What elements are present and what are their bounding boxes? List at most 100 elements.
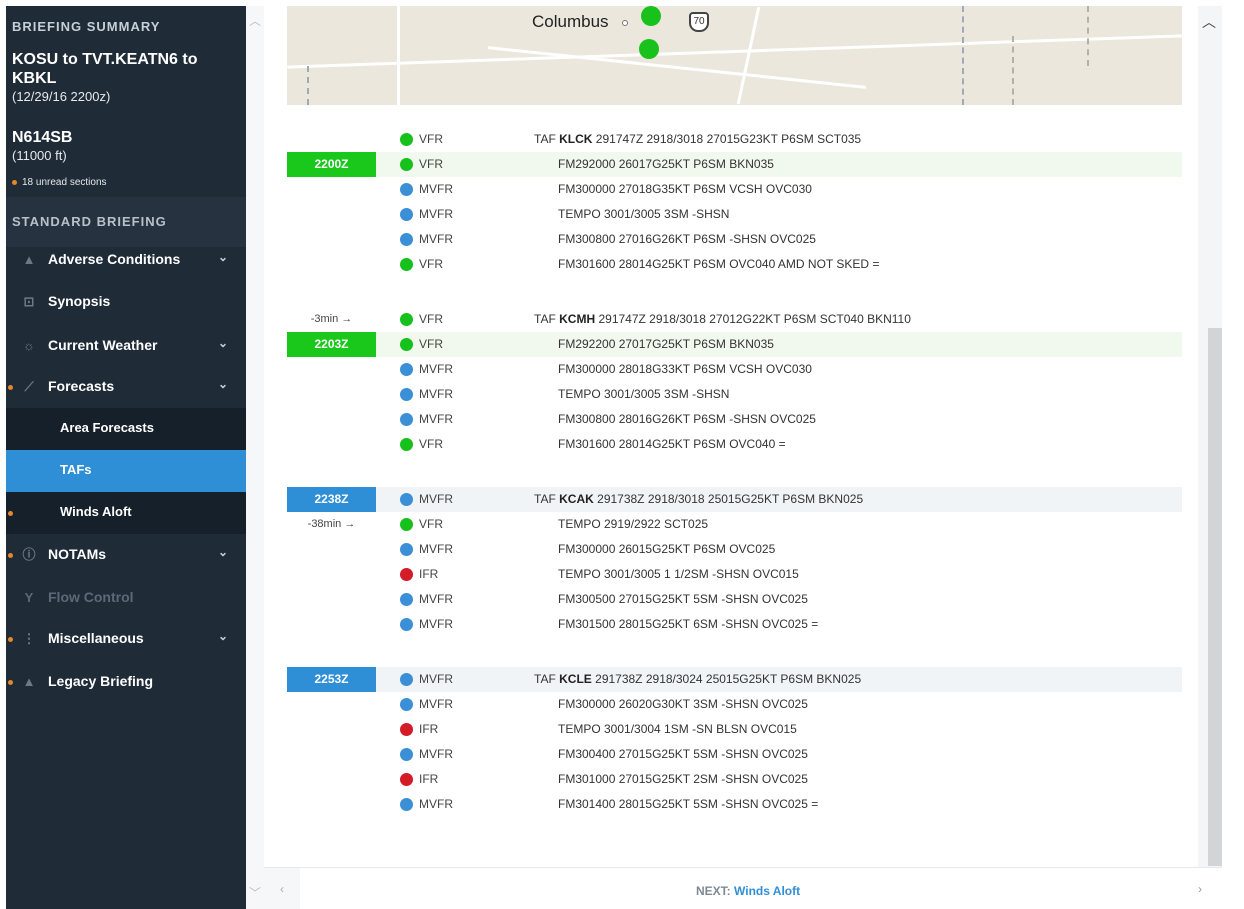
flight-category-dot-icon bbox=[400, 543, 413, 556]
sidebar-item-flow-control[interactable]: Y Flow Control bbox=[6, 577, 246, 619]
taf-line-row: VFR FM301600 28014G25KT P6SM OVC040 AMD … bbox=[287, 252, 1182, 277]
unread-dot-icon bbox=[12, 179, 17, 185]
taf-header-row: 2238Z MVFR TAF KCAK 291738Z 2918/3018 25… bbox=[287, 487, 1182, 512]
taf-line-row: MVFR FM301400 28015G25KT 5SM -SHSN OVC02… bbox=[287, 792, 1182, 817]
flight-category-dot-icon bbox=[400, 208, 413, 221]
route-map[interactable]: Columbus 70 bbox=[287, 6, 1182, 105]
flight-category-dot-icon bbox=[400, 673, 413, 686]
trend-icon: ⟋ bbox=[24, 379, 34, 394]
taf-line-text: FM301400 28015G25KT 5SM -SHSN OVC025 = bbox=[558, 797, 819, 811]
sidebar-item-synopsis[interactable]: ⊡ Synopsis bbox=[6, 281, 246, 323]
sidebar-scrollbar[interactable]: ︿ ﹀ bbox=[246, 6, 264, 909]
sidebar-item-area-forecasts[interactable]: Area Forecasts bbox=[6, 408, 246, 450]
unread-dot-icon bbox=[8, 553, 13, 558]
taf-line-text: FM300000 26020G30KT 3SM -SHSN OVC025 bbox=[558, 697, 808, 711]
airport-marker-icon[interactable] bbox=[639, 39, 659, 59]
taf-line-text: TEMPO 2919/2922 SCT025 bbox=[558, 517, 709, 531]
flight-category-dot-icon bbox=[400, 748, 413, 761]
main-content: Columbus 70 VFR TAF KLCK 291747Z 2918/30… bbox=[264, 6, 1198, 867]
sidebar-item-adverse-conditions[interactable]: ▲ Adverse Conditions ⌄ bbox=[6, 239, 246, 281]
flight-category: VFR bbox=[419, 257, 443, 271]
content-scrollbar[interactable]: ︿ bbox=[1198, 6, 1222, 867]
flight-category-dot-icon bbox=[400, 338, 413, 351]
taf-line-text: TEMPO 3001/3005 3SM -SHSN bbox=[558, 207, 730, 221]
unread-dot-icon bbox=[8, 511, 13, 516]
prev-arrow-icon[interactable]: ‹ bbox=[264, 868, 300, 909]
taf-prefix: TAF bbox=[534, 492, 556, 506]
unread-dot-icon bbox=[8, 385, 13, 390]
chevron-down-icon[interactable]: ⌄ bbox=[218, 545, 228, 559]
taf-line-row: -38min → VFR TEMPO 2919/2922 SCT025 bbox=[287, 512, 1182, 537]
taf-line-row: 2200Z VFR FM292000 26017G25KT P6SM BKN03… bbox=[287, 152, 1182, 177]
flight-category: IFR bbox=[419, 567, 439, 581]
taf-line-row: MVFR TEMPO 3001/3005 3SM -SHSN bbox=[287, 202, 1182, 227]
city-dot-icon bbox=[622, 20, 628, 26]
taf-line-row: IFR TEMPO 3001/3004 1SM -SN BLSN OVC015 bbox=[287, 717, 1182, 742]
chevron-up-icon[interactable]: ︿ bbox=[249, 12, 261, 29]
chevron-down-icon[interactable]: ﹀ bbox=[249, 884, 261, 901]
flight-category: MVFR bbox=[419, 617, 453, 631]
taf-line-text: FM300800 27016G26KT P6SM -SHSN OVC025 bbox=[558, 232, 816, 246]
flight-category-dot-icon bbox=[400, 233, 413, 246]
unread-dot-icon bbox=[8, 680, 13, 685]
sidebar-item-current-weather[interactable]: ☼ Current Weather ⌄ bbox=[6, 325, 246, 367]
station-id: KCMH bbox=[559, 312, 596, 326]
flow-icon: Y bbox=[24, 590, 34, 605]
briefing-summary-title: BRIEFING SUMMARY bbox=[12, 19, 161, 34]
taf-header-row: VFR TAF KLCK 291747Z 2918/3018 27015G23K… bbox=[287, 127, 1182, 152]
flight-category: MVFR bbox=[419, 797, 453, 811]
sidebar-item-forecasts[interactable]: ⟋ Forecasts ⌄ bbox=[6, 366, 246, 408]
taf-header-text: TAF KLCK 291747Z 2918/3018 27015G23KT P6… bbox=[534, 127, 861, 152]
taf-line-text: FM301500 28015G25KT 6SM -SHSN OVC025 = bbox=[558, 617, 819, 631]
flight-category: MVFR bbox=[419, 207, 453, 221]
taf-line-text: FM300000 28018G33KT P6SM VCSH OVC030 bbox=[558, 362, 812, 376]
unread-text: 18 unread sections bbox=[22, 177, 107, 188]
taf-header-body: 291747Z 2918/3018 27015G23KT P6SM SCT035 bbox=[595, 132, 862, 146]
chevron-down-icon[interactable]: ⌄ bbox=[218, 336, 228, 350]
flight-category: VFR bbox=[419, 132, 443, 146]
standard-briefing-title: STANDARD BRIEFING bbox=[12, 214, 167, 229]
tail-number: N614SB bbox=[12, 129, 73, 146]
sidebar: BRIEFING SUMMARY KOSU to TVT.KEATN6 to K… bbox=[6, 6, 246, 909]
unread-sections: 18 unread sections bbox=[12, 177, 107, 188]
next-arrow-icon[interactable]: › bbox=[1198, 882, 1202, 896]
flight-category-dot-icon bbox=[400, 798, 413, 811]
taf-line-text: TEMPO 3001/3004 1SM -SN BLSN OVC015 bbox=[558, 722, 797, 736]
flight-category: MVFR bbox=[419, 412, 453, 426]
map-border bbox=[1087, 6, 1089, 66]
chevron-down-icon[interactable]: ⌄ bbox=[218, 250, 228, 264]
taf-line-row: 2203Z VFR FM292200 27017G25KT P6SM BKN03… bbox=[287, 332, 1182, 357]
taf-line-text: TEMPO 3001/3005 3SM -SHSN bbox=[558, 387, 730, 401]
sidebar-item-notams[interactable]: ⓘ NOTAMs ⌄ bbox=[6, 534, 246, 576]
sidebar-item-legacy-briefing[interactable]: ▲ Legacy Briefing bbox=[6, 661, 246, 703]
taf-line-row: MVFR FM301500 28015G25KT 6SM -SHSN OVC02… bbox=[287, 612, 1182, 637]
sidebar-item-winds-aloft[interactable]: Winds Aloft bbox=[6, 492, 246, 534]
info-icon: ⓘ bbox=[22, 547, 36, 562]
chevron-down-icon[interactable]: ⌄ bbox=[218, 629, 228, 643]
route-text: KOSU to TVT.KEATN6 to KBKL bbox=[12, 51, 198, 87]
taf-line-row: MVFR FM300000 26015G25KT P6SM OVC025 bbox=[287, 537, 1182, 562]
chevron-up-icon[interactable]: ︿ bbox=[1202, 12, 1216, 32]
flight-category-dot-icon bbox=[400, 258, 413, 271]
taf-line-row: MVFR FM300500 27015G25KT 5SM -SHSN OVC02… bbox=[287, 587, 1182, 612]
sidebar-item-miscellaneous[interactable]: ⋮ Miscellaneous ⌄ bbox=[6, 618, 246, 660]
next-section-link[interactable]: NEXT: Winds Aloft bbox=[696, 884, 800, 898]
taf-line-row: MVFR FM300800 27016G26KT P6SM -SHSN OVC0… bbox=[287, 227, 1182, 252]
eta-time-badge: 2253Z bbox=[287, 667, 376, 692]
sidebar-item-tafs[interactable]: TAFs bbox=[6, 450, 246, 492]
flight-category: MVFR bbox=[419, 672, 453, 686]
sidebar-item-label: Winds Aloft bbox=[60, 504, 132, 519]
weather-icon: ☼ bbox=[23, 338, 35, 353]
eta-time-badge: 2200Z bbox=[287, 152, 376, 177]
chevron-down-icon[interactable]: ⌄ bbox=[218, 377, 228, 391]
taf-header-text: TAF KCLE 291738Z 2918/3024 25015G25KT P6… bbox=[534, 667, 861, 692]
taf-line-row: MVFR FM300800 28016G26KT P6SM -SHSN OVC0… bbox=[287, 407, 1182, 432]
taf-prefix: TAF bbox=[534, 672, 556, 686]
flight-category-dot-icon bbox=[400, 413, 413, 426]
map-border bbox=[1012, 36, 1014, 105]
eta-time-badge: 2203Z bbox=[287, 332, 376, 357]
airport-marker-icon[interactable] bbox=[641, 6, 661, 26]
scrollbar-thumb[interactable] bbox=[1208, 328, 1222, 866]
taf-line-text: FM300000 27018G35KT P6SM VCSH OVC030 bbox=[558, 182, 812, 196]
taf-header-text: TAF KCMH 291747Z 2918/3018 27012G22KT P6… bbox=[534, 307, 911, 332]
